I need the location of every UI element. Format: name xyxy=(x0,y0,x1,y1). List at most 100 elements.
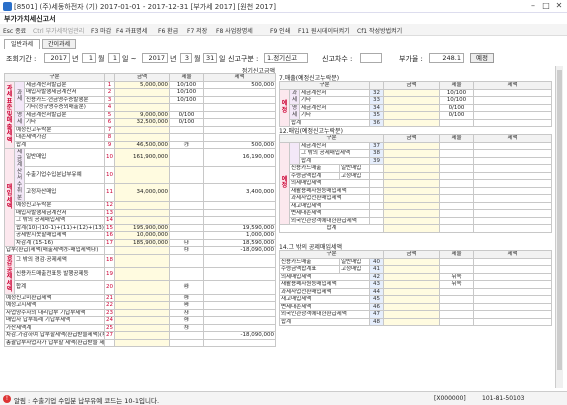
toolbar-guide-button[interactable]: Cf1 작성방법켜기 xyxy=(357,26,402,35)
amount-input[interactable] xyxy=(114,316,170,325)
amount-input[interactable]: 10,000,000 xyxy=(114,231,170,240)
table-row: 변제대손세액 xyxy=(280,209,552,218)
amount-input[interactable] xyxy=(383,118,440,127)
amount-input[interactable] xyxy=(383,88,440,97)
amount-input[interactable] xyxy=(114,323,170,332)
vertical-scrollbar[interactable] xyxy=(555,66,563,388)
amount-input[interactable] xyxy=(383,186,440,195)
amount-input[interactable] xyxy=(383,141,440,150)
amount-input[interactable] xyxy=(383,209,440,218)
amount-input[interactable] xyxy=(114,338,170,347)
toolbar-workplace-button[interactable]: F8 사업장명세 xyxy=(216,26,253,35)
amount-input[interactable] xyxy=(114,165,170,185)
amount-input[interactable]: 32,500,000 xyxy=(114,118,170,127)
amount-input[interactable] xyxy=(114,125,170,134)
row-label: 합계 xyxy=(279,224,384,233)
toolbar-close-period-button[interactable]: F3 마감 xyxy=(91,26,111,35)
amount-input[interactable] xyxy=(383,224,440,233)
month-from-input[interactable]: 1 xyxy=(82,53,96,63)
amount-input[interactable] xyxy=(114,133,170,142)
amount-input[interactable] xyxy=(383,310,440,319)
amount-input[interactable] xyxy=(383,257,440,266)
amount-input[interactable]: 34,000,000 xyxy=(114,183,170,202)
amount-input[interactable] xyxy=(383,302,440,311)
amount-input[interactable] xyxy=(383,201,440,210)
tax-cell xyxy=(473,194,552,203)
amount-input[interactable] xyxy=(114,216,170,225)
amount-input[interactable]: 9,000,000 xyxy=(114,110,170,119)
amount-input[interactable] xyxy=(383,194,440,203)
scrollbar-thumb[interactable] xyxy=(557,70,562,370)
app-title-bar: 부가가치세신고서 xyxy=(0,13,567,24)
report-seq-select[interactable] xyxy=(360,53,382,63)
amount-input[interactable]: 195,900,000 xyxy=(114,223,170,232)
amount-input[interactable] xyxy=(383,156,440,165)
toolbar-close-button[interactable]: Esc 종료 xyxy=(3,26,26,35)
amount-input[interactable] xyxy=(383,272,440,281)
row-label: 과세사업전환매입세액 xyxy=(279,287,370,296)
tab-general[interactable]: 일반과세 xyxy=(4,39,40,49)
minimize-button[interactable]: – xyxy=(527,1,539,11)
row-number: 43 xyxy=(369,280,384,289)
amount-input[interactable] xyxy=(114,301,170,310)
maximize-button[interactable]: □ xyxy=(540,1,552,11)
toolbar-save-button[interactable]: F7 저장 xyxy=(187,26,207,35)
row-number: 39 xyxy=(369,156,384,165)
amount-input[interactable] xyxy=(383,265,440,274)
report-type-select[interactable]: 1.정기신고 xyxy=(264,53,308,63)
amount-input[interactable] xyxy=(114,88,170,97)
day-from-input[interactable]: 1 xyxy=(108,53,120,63)
amount-input[interactable] xyxy=(114,293,170,302)
amount-input[interactable] xyxy=(383,111,440,120)
forecast-button[interactable]: 예정 xyxy=(470,53,494,63)
tax-cell xyxy=(473,156,552,165)
amount-input[interactable]: 161,900,000 xyxy=(114,148,170,167)
year-to-input[interactable]: 2017 xyxy=(142,53,168,63)
amount-input[interactable] xyxy=(383,317,440,326)
row-number: 27 xyxy=(104,331,115,340)
row-label: 대손세액가감 xyxy=(14,133,105,142)
amount-input[interactable] xyxy=(114,280,170,295)
amount-input[interactable] xyxy=(114,246,170,255)
rate-cell xyxy=(169,231,204,240)
rate-cell xyxy=(439,201,474,210)
amount-input[interactable] xyxy=(114,331,170,340)
header-rate: 세율 xyxy=(439,81,474,90)
toolbar-raw-data-button[interactable]: F11 원시데이터켜기 xyxy=(298,26,350,35)
amount-input[interactable] xyxy=(383,280,440,289)
amount-input[interactable] xyxy=(383,96,440,105)
toolbar-refund-button[interactable]: F6 환급 xyxy=(158,26,178,35)
amount-input[interactable] xyxy=(383,287,440,296)
amount-input[interactable]: 185,900,000 xyxy=(114,238,170,247)
amount-input[interactable] xyxy=(383,164,440,173)
toolbar-vat-manage-button[interactable]: Ctrl 부가세작업관리 xyxy=(33,26,84,35)
amount-input[interactable]: 46,500,000 xyxy=(114,140,170,149)
amount-input[interactable] xyxy=(383,149,440,158)
tax-cell xyxy=(203,103,276,112)
amount-input[interactable]: 5,000,000 xyxy=(114,80,170,89)
month-to-input[interactable]: 3 xyxy=(180,53,192,63)
amount-input[interactable] xyxy=(114,308,170,317)
amount-input[interactable] xyxy=(114,253,170,268)
tab-simple[interactable]: 간이과세 xyxy=(42,39,76,49)
year-from-input[interactable]: 2017 xyxy=(44,53,70,63)
amount-input[interactable] xyxy=(383,216,440,225)
amount-input[interactable] xyxy=(383,295,440,304)
amount-input[interactable] xyxy=(114,201,170,210)
amount-input[interactable] xyxy=(114,266,170,282)
amount-input[interactable] xyxy=(114,95,170,104)
table-row: 매입자발행세금계산서 2 10/100 xyxy=(5,88,276,97)
amount-input[interactable] xyxy=(114,103,170,112)
amount-input[interactable] xyxy=(383,103,440,112)
table-row: 예정신고누락분 7 xyxy=(5,125,276,134)
close-button[interactable]: ✕ xyxy=(553,1,565,11)
day-to-input[interactable]: 31 xyxy=(203,53,217,63)
toolbar-print-button[interactable]: F9 인쇄 xyxy=(270,26,290,35)
row-label: 예정고지세액 xyxy=(4,301,105,310)
table-row: 사업양수자의 대리납부 기납부세액 23 ㉴ xyxy=(4,308,276,317)
tax-cell: 500,000 xyxy=(203,80,276,89)
amount-input[interactable] xyxy=(383,179,440,188)
amount-input[interactable] xyxy=(114,208,170,217)
amount-input[interactable] xyxy=(383,171,440,180)
toolbar-tax-base-button[interactable]: F4 과표명세 xyxy=(116,26,147,35)
